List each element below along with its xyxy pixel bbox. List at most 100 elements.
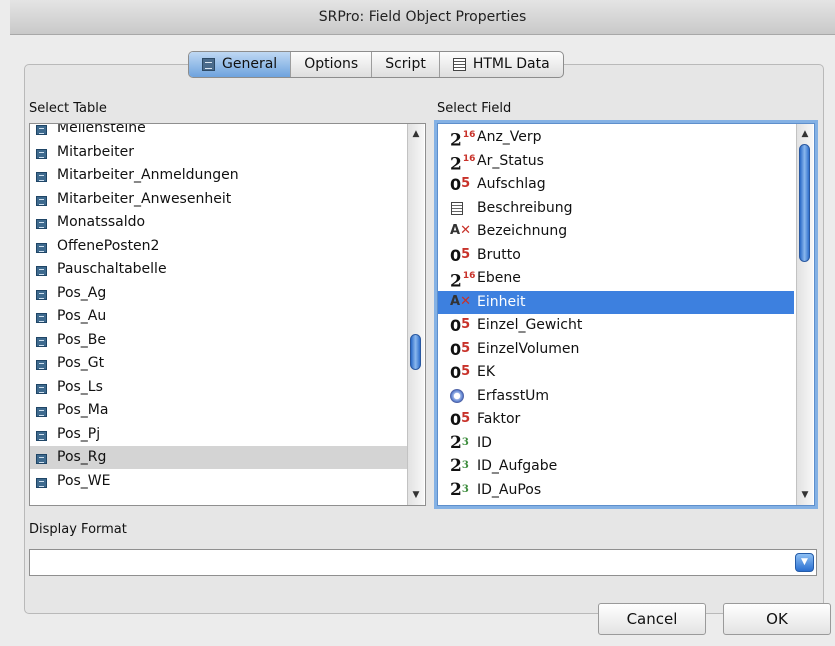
real-type-icon: 05 [450, 316, 471, 335]
field-list-item-label: EinzelVolumen [477, 340, 580, 357]
tab-script[interactable]: Script [372, 52, 440, 77]
table-list-item-label: Pos_Au [57, 308, 107, 324]
field-list-item[interactable]: Beschreibung [438, 197, 794, 220]
table-list-item[interactable]: Mitarbeiter [30, 141, 407, 164]
field-list-item[interactable]: 05 EK [438, 361, 794, 384]
table-list-item[interactable]: Meilensteine [30, 123, 407, 140]
table-list-item[interactable]: Pos_Rg [30, 446, 407, 469]
scroll-down-arrow-icon[interactable]: ▼ [408, 487, 424, 503]
field-list-item[interactable]: 23 ID_Aufgabe [438, 455, 794, 478]
field-list-item-label: Beschreibung [477, 199, 573, 216]
field-list-item[interactable]: A✕ Bezeichnung [438, 220, 794, 243]
field-list[interactable]: 23 ID_AuPos 23 ID_Aufgabe 23 ID 05 Faktor Erfass… [437, 123, 815, 506]
text-type-icon: A✕ [450, 223, 471, 238]
table-list-item-label: Meilensteine [57, 123, 146, 136]
table-list-item[interactable]: OffenePosten2 [30, 235, 407, 258]
field-list-item-label: Einzel_Gewicht [477, 317, 583, 333]
table-list-item[interactable]: Pos_Pj [30, 423, 407, 446]
table-list-item-label: Pauschaltabelle [57, 261, 167, 277]
chevron-down-icon[interactable]: ▼ [795, 553, 814, 572]
tab-html-data-label: HTML Data [472, 56, 550, 72]
field-list-item[interactable]: A✕ Einheit [438, 290, 794, 314]
dialog-body: General Options Script HTML Data Select … [10, 35, 835, 646]
table-icon [202, 58, 215, 71]
field-list-item-label: EK [477, 364, 496, 380]
table-icon [36, 383, 47, 394]
field-list-item-label: Ebene [477, 270, 521, 286]
field-list-item-label: Bezeichnung [477, 223, 568, 239]
real-type-icon: 05 [450, 339, 471, 359]
table-icon [36, 313, 47, 323]
table-list-item-label: Pos_Gt [57, 355, 105, 371]
field-list-item-label: Aufschlag [477, 176, 546, 192]
table-icon [36, 266, 47, 276]
real-type-icon: 05 [450, 410, 471, 429]
table-list-item[interactable]: Pos_Gt [30, 352, 407, 375]
tab-options[interactable]: Options [291, 52, 373, 77]
table-list-item-label: OffenePosten2 [57, 237, 160, 254]
tab-bar: General Options Script HTML Data [188, 51, 564, 78]
field-list-item-label: Anz_Verp [477, 129, 542, 145]
table-list-item-label: Mitarbeiter_Anwesenheit [57, 190, 232, 207]
ok-button[interactable]: OK [723, 603, 831, 635]
field-list-item[interactable]: 05 Aufschlag [438, 173, 794, 196]
table-list-item[interactable]: Pauschaltabelle [30, 258, 407, 281]
display-format-combo[interactable]: ▼ [29, 549, 817, 576]
scroll-down-arrow-icon[interactable]: ▼ [797, 487, 813, 503]
table-list-item[interactable]: Pos_Ls [30, 376, 407, 399]
table-list-item[interactable]: Pos_Ma [30, 399, 407, 422]
real-type-icon: 05 [450, 245, 471, 265]
tab-general-label: General [222, 56, 278, 72]
table-icon [36, 148, 47, 159]
scroll-thumb[interactable] [799, 144, 810, 262]
tab-html-data[interactable]: HTML Data [440, 52, 563, 77]
field-list-item[interactable]: ErfasstUm [438, 385, 794, 408]
field-list-item-label: ID [477, 434, 492, 451]
table-list-item-label: Pos_Ma [57, 402, 109, 418]
table-icon [36, 195, 47, 206]
cancel-button[interactable]: Cancel [598, 603, 706, 635]
field-list-item[interactable]: 23 ID [438, 432, 794, 455]
table-icon [36, 125, 47, 135]
table-list-item[interactable]: Pos_WE [30, 470, 407, 493]
table-icon [36, 289, 47, 300]
field-list-item-label: ID_AuPos [477, 481, 542, 498]
table-list-item-label: Pos_Be [57, 331, 107, 348]
field-list-scrollbar[interactable]: ▲ ▼ [796, 124, 813, 505]
table-icon [36, 219, 47, 229]
field-list-item[interactable]: 216 Ebene [438, 267, 794, 292]
table-list-item[interactable]: Pos_Ag [30, 282, 407, 305]
table-icon [36, 336, 47, 347]
window-title: SRPro: Field Object Properties [10, 0, 835, 35]
table-list-item-label: Mitarbeiter [57, 143, 135, 160]
table-list-item[interactable]: Pos_Be [30, 329, 407, 352]
tab-general[interactable]: General [189, 52, 292, 77]
table-list-item[interactable]: Pos_Au [30, 305, 407, 328]
field-list-item-label: Brutto [477, 246, 521, 263]
counter-type-icon: 23 [450, 456, 469, 476]
field-list-item[interactable]: 05 Einzel_Gewicht [438, 314, 794, 337]
table-list-item[interactable]: Mitarbeiter_Anwesenheit [30, 188, 407, 211]
table-icon [36, 242, 47, 253]
field-list-item[interactable]: 05 Brutto [438, 244, 794, 267]
real-type-icon: 05 [450, 175, 471, 194]
field-list-item[interactable]: 216 Anz_Verp [438, 126, 794, 151]
scroll-up-arrow-icon[interactable]: ▲ [408, 126, 424, 142]
table-list-scrollbar[interactable]: ▲ ▼ [407, 124, 424, 505]
table-icon [36, 477, 47, 488]
table-list-item[interactable]: Monatssaldo [30, 211, 407, 234]
field-list-item-label: ID_Aufgabe [477, 458, 558, 474]
field-list-item[interactable]: 05 Faktor [438, 408, 794, 431]
scroll-up-arrow-icon[interactable]: ▲ [797, 126, 813, 142]
display-format-label: Display Format [29, 522, 127, 537]
scroll-thumb[interactable] [410, 334, 421, 370]
table-list[interactable]: Pos_WE Pos_Rg Pos_Pj Pos_Ma Pos_Ls Pos_Gt Pos_… [29, 123, 426, 506]
memo-icon [451, 201, 463, 215]
field-list-item[interactable]: 216 Ar_Status [438, 150, 794, 175]
field-list-item[interactable]: 05 EinzelVolumen [438, 338, 794, 361]
text-type-icon: A✕ [450, 293, 471, 309]
table-list-item-label: Pos_WE [57, 472, 111, 489]
table-icon [36, 454, 47, 464]
field-list-item[interactable]: 23 ID_AuPos [438, 479, 794, 502]
table-list-item[interactable]: Mitarbeiter_Anmeldungen [30, 164, 407, 187]
